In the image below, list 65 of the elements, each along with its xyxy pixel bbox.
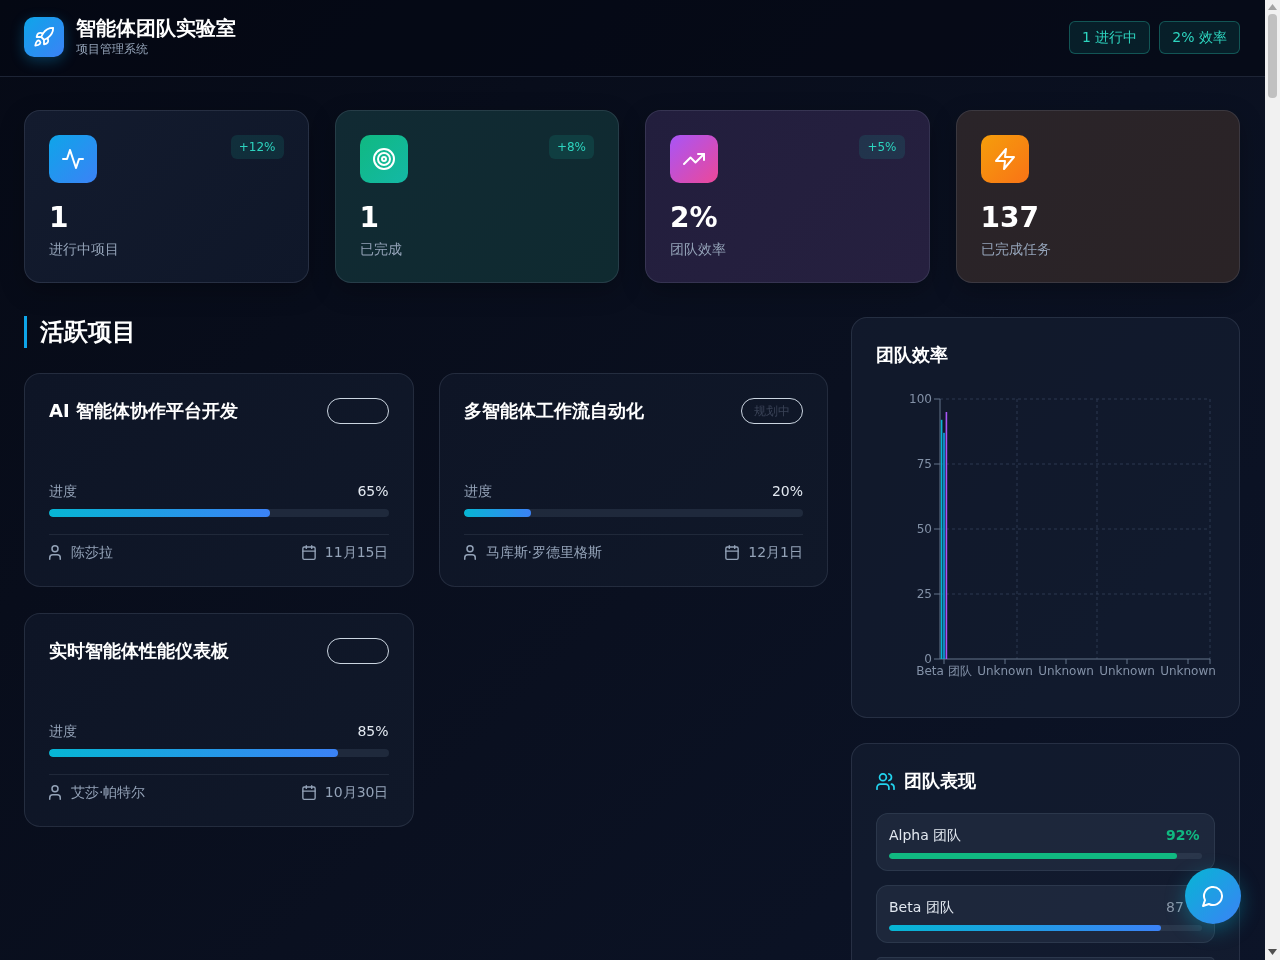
scrollbar[interactable] xyxy=(1265,0,1280,960)
app-subtitle: 项目管理系统 xyxy=(76,41,149,57)
axis-tick-label: 75 xyxy=(916,457,932,471)
axis-tick-label: Unknown xyxy=(1160,664,1216,678)
progress-label: 进度 xyxy=(49,482,77,501)
users-icon xyxy=(876,772,895,790)
target-icon xyxy=(359,135,408,183)
stat-label: 团队效率 xyxy=(670,240,727,259)
due-date: 11月15日 xyxy=(324,543,389,562)
user-icon xyxy=(49,544,61,560)
axis-tick-label: Unknown xyxy=(1099,664,1155,678)
stat-label: 已完成 xyxy=(359,240,403,259)
team-score: 87 xyxy=(1166,898,1185,917)
stat-value: 137 xyxy=(980,200,1040,236)
owner-name: 陈莎拉 xyxy=(71,543,113,562)
stat-value: 2% xyxy=(670,200,719,236)
axis-tick-label: 25 xyxy=(916,587,932,601)
trend-up-icon xyxy=(670,135,718,183)
app-title: 智能体团队实验室 xyxy=(76,16,236,40)
panel-title: 团队表现 xyxy=(904,769,976,793)
stat-label: 进行中项目 xyxy=(49,240,120,259)
progress-label: 进度 xyxy=(463,482,492,501)
owner-name: 马库斯·罗德里格斯 xyxy=(485,543,602,562)
stat-label: 已完成任务 xyxy=(980,240,1052,259)
progress-value: 20% xyxy=(771,482,803,501)
scrollbar-thumb[interactable] xyxy=(1268,14,1277,98)
axis-tick-label: 0 xyxy=(924,652,932,666)
stat-value: 1 xyxy=(49,200,70,236)
axis-tick-label: Beta 团队 xyxy=(916,664,972,678)
status-badge: 1 进行中 xyxy=(1068,20,1151,54)
project-title: AI 智能体协作平台开发 xyxy=(49,399,238,423)
user-icon xyxy=(463,544,476,560)
project-title: 实时智能体性能仪表板 xyxy=(49,639,229,663)
chat-button[interactable] xyxy=(1185,868,1241,924)
axis-tick-label: 50 xyxy=(916,522,932,536)
progress-label: 进度 xyxy=(49,722,77,741)
owner-name: 艾莎·帕特尔 xyxy=(71,783,146,802)
calendar-icon xyxy=(725,544,740,560)
team-score: 92% xyxy=(1166,826,1201,845)
progress-value: 85% xyxy=(357,722,389,741)
axis-tick-label: Unknown xyxy=(1038,664,1094,678)
panel-title: 团队效率 xyxy=(876,343,949,367)
change-badge: +8% xyxy=(548,135,594,159)
due-date: 10月30日 xyxy=(324,783,389,802)
project-title: 多智能体工作流自动化 xyxy=(463,399,644,423)
team-name: Alpha 团队 xyxy=(889,826,962,845)
change-badge: +5% xyxy=(859,135,905,159)
scroll-up-icon[interactable] xyxy=(1268,4,1277,10)
chat-bubble-icon xyxy=(1202,885,1224,907)
lightning-icon xyxy=(980,135,1029,183)
calendar-icon xyxy=(301,544,316,560)
scroll-down-icon[interactable] xyxy=(1268,949,1277,955)
rocket-icon xyxy=(24,16,64,57)
calendar-icon xyxy=(301,784,316,800)
team-name: Beta 团队 xyxy=(889,898,954,917)
section-title: 活跃项目 xyxy=(24,316,828,348)
axis-tick-label: Unknown xyxy=(977,664,1033,678)
due-date: 12月1日 xyxy=(748,543,803,562)
axis-tick-label: 100 xyxy=(909,392,932,406)
progress-value: 65% xyxy=(357,482,389,501)
change-badge: +12% xyxy=(230,135,284,159)
pulse-icon xyxy=(49,135,97,183)
status-badge: 2% 效率 xyxy=(1159,20,1240,54)
stat-value: 1 xyxy=(359,200,380,236)
user-icon xyxy=(49,784,61,800)
